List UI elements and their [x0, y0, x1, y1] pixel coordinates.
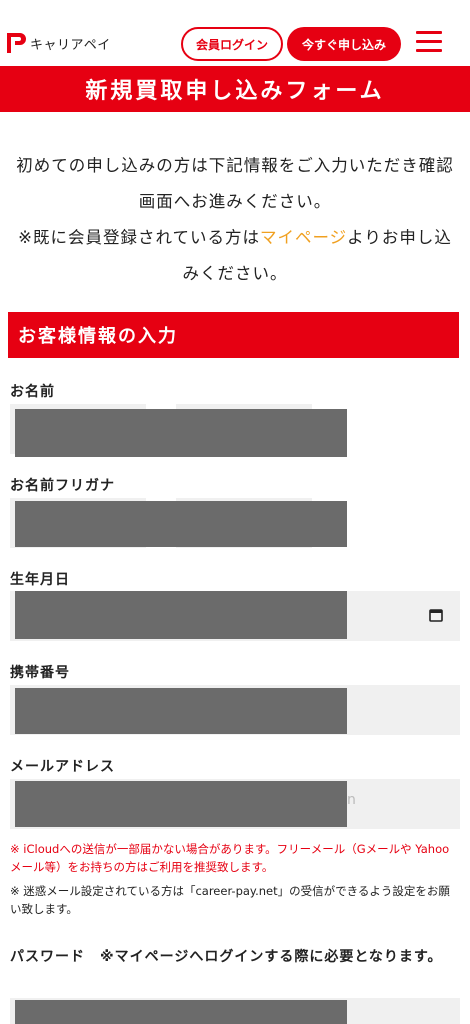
intro-line-2-prefix: ※既に会員登録されている方は [18, 228, 260, 247]
phone-input[interactable] [15, 688, 347, 734]
career-pay-logo-icon [6, 31, 28, 55]
calendar-icon[interactable] [429, 607, 443, 622]
kana-input[interactable] [15, 501, 347, 547]
name-input[interactable] [15, 409, 347, 457]
birthdate-input[interactable] [15, 591, 347, 639]
kana-label: お名前フリガナ [10, 478, 115, 494]
hamburger-menu-icon[interactable] [416, 30, 442, 54]
mypage-link[interactable]: マイページ [260, 228, 347, 247]
password-input[interactable] [15, 1000, 347, 1024]
phone-label: 携帯番号 [10, 665, 70, 681]
icloud-warning: ※ iCloudへの送信が一部届かない場合があります。フリーメール（Gメールや … [10, 842, 450, 874]
birthdate-label: 生年月日 [10, 572, 70, 588]
section-title: お客様情報の入力 [8, 312, 459, 358]
page-title: 新規買取申し込みフォーム [0, 66, 470, 112]
apply-now-button[interactable]: 今すぐ申し込み [287, 27, 401, 61]
email-ghost-text: n [347, 792, 356, 808]
password-label: パスワード ※マイページへログインする際に必要となります。 [10, 949, 443, 965]
email-input[interactable] [15, 781, 347, 827]
email-label: メールアドレス [10, 759, 115, 775]
spam-notice: ※ 迷惑メール設定されている方は「career-pay.net」の受信ができるよ… [10, 884, 450, 916]
logo-text: キャリアペイ [30, 37, 111, 53]
logo[interactable]: キャリアペイ [6, 31, 111, 55]
intro-line-1: 初めての申し込みの方は下記情報をご入力いただき確認画面へお進みください。 [16, 156, 454, 211]
name-label: お名前 [10, 384, 55, 400]
intro-text: 初めての申し込みの方は下記情報をご入力いただき確認画面へお進みください。 ※既に… [10, 148, 460, 292]
member-login-button[interactable]: 会員ログイン [181, 27, 283, 61]
